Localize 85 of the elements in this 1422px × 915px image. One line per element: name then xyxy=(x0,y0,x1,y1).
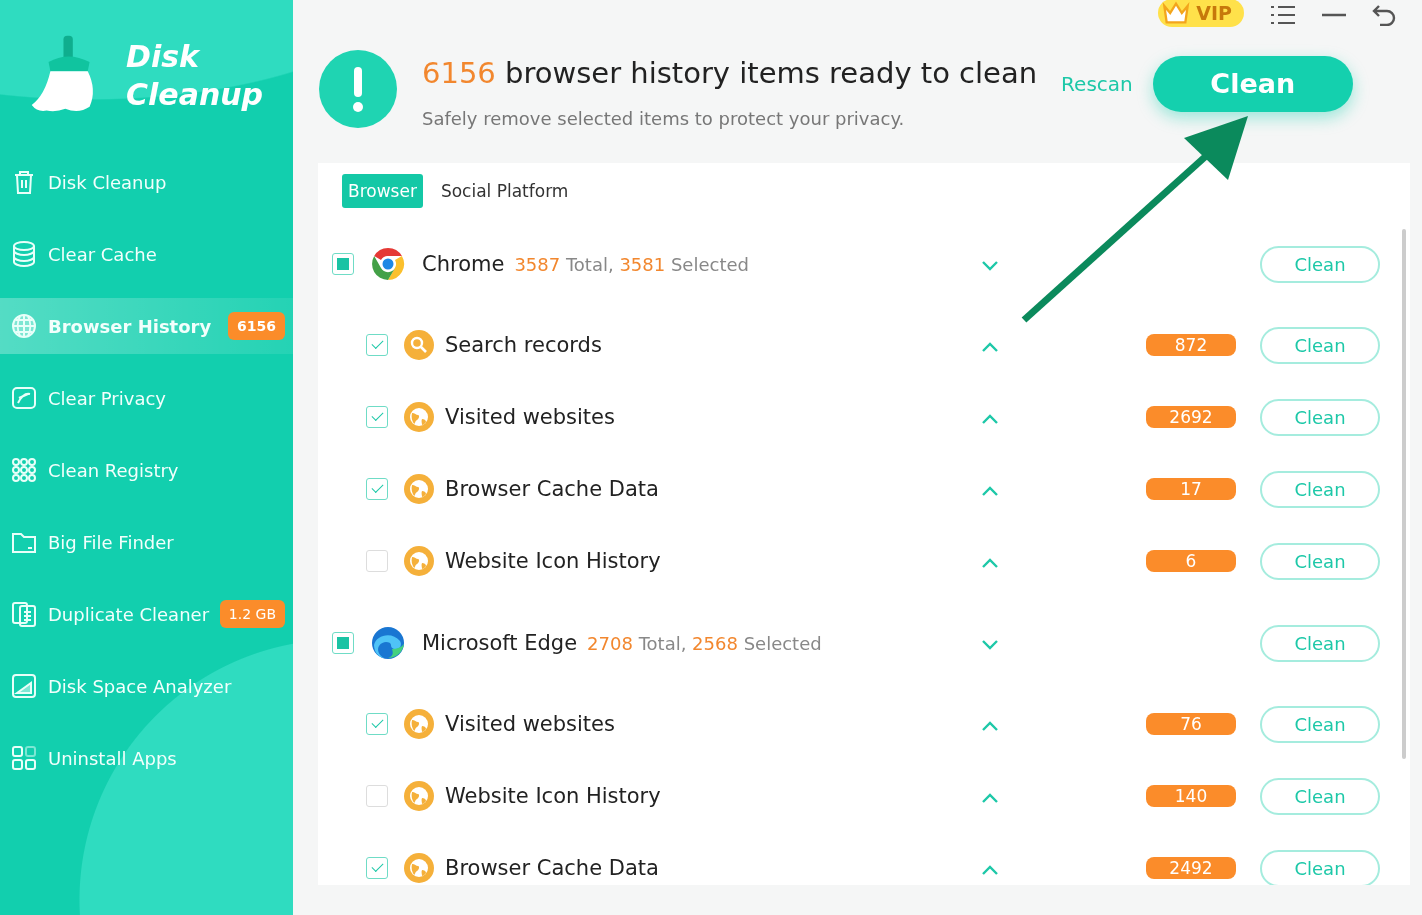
item-label: Visited websites xyxy=(445,405,615,429)
back-icon[interactable] xyxy=(1372,4,1396,26)
documents-icon xyxy=(10,600,38,628)
globe-icon xyxy=(403,780,435,812)
checkbox[interactable] xyxy=(366,785,388,807)
globe-icon xyxy=(403,401,435,433)
count-badge: 1.2 GB xyxy=(219,600,285,628)
item-summary: 3587 Total, 3581 Selected xyxy=(514,253,749,275)
checkbox[interactable] xyxy=(366,406,388,428)
page-title: 6156 browser history items ready to clean xyxy=(422,56,1038,90)
globe-icon xyxy=(403,545,435,577)
checkbox[interactable] xyxy=(366,857,388,879)
globe-icon xyxy=(403,473,435,505)
count-badge: 6 xyxy=(1146,550,1236,572)
checkbox[interactable] xyxy=(332,253,354,275)
checkbox[interactable] xyxy=(366,334,388,356)
chart-icon xyxy=(10,672,38,700)
clean-button[interactable]: Clean xyxy=(1260,777,1380,815)
chevron-up-icon[interactable] xyxy=(982,558,998,568)
count-badge: 140 xyxy=(1146,785,1236,807)
checkbox[interactable] xyxy=(366,478,388,500)
clean-button[interactable]: Clean xyxy=(1260,542,1380,580)
clean-button[interactable]: Clean xyxy=(1260,624,1380,662)
app-name: Cleanup xyxy=(126,76,264,114)
menu-icon[interactable] xyxy=(1270,4,1296,26)
page-subtitle: Safely remove selected items to protect your privacy. xyxy=(422,108,906,129)
checkbox[interactable] xyxy=(332,632,354,654)
sidebar-item[interactable]: Clear Privacy xyxy=(0,370,293,426)
count-badge: 872 xyxy=(1146,334,1236,356)
crown-icon xyxy=(1162,1,1191,25)
apps-icon xyxy=(10,744,38,772)
sidebar-item[interactable]: Browser History 6156 xyxy=(0,298,293,354)
chevron-up-icon[interactable] xyxy=(982,721,998,731)
item-label: Website Icon History xyxy=(445,784,661,808)
grid-icon xyxy=(10,456,38,484)
tab[interactable]: Social Platform xyxy=(434,173,575,208)
count-badge: 2492 xyxy=(1146,857,1236,879)
chevron-down-icon[interactable] xyxy=(982,261,998,271)
item-label: Browser Cache Data xyxy=(445,856,659,880)
alert-icon xyxy=(318,48,398,129)
sidebar-item[interactable]: Disk Space Analyzer xyxy=(0,658,293,714)
count-badge: 76 xyxy=(1146,713,1236,735)
chevron-up-icon[interactable] xyxy=(982,342,998,352)
browser-name: Microsoft Edge xyxy=(422,631,578,655)
sidebar-item[interactable]: Clear Cache xyxy=(0,226,293,282)
app-name: Disk xyxy=(126,38,201,76)
rescan-link[interactable]: Rescan xyxy=(1061,71,1133,96)
database-icon xyxy=(10,240,38,268)
chevron-up-icon[interactable] xyxy=(982,414,998,424)
clean-button[interactable]: Clean xyxy=(1260,705,1380,743)
chevron-up-icon[interactable] xyxy=(982,486,998,496)
clean-button[interactable]: Clean xyxy=(1260,849,1380,885)
globe-icon xyxy=(10,312,38,340)
chevron-up-icon[interactable] xyxy=(982,865,998,875)
item-label: Browser Cache Data xyxy=(445,477,659,501)
sidebar-item[interactable]: Duplicate Cleaner 1.2 GB xyxy=(0,586,293,642)
globe-icon xyxy=(403,708,435,740)
item-label: Search records xyxy=(445,333,602,357)
vip-badge[interactable]: VIP xyxy=(1158,0,1244,27)
sidebar-item[interactable]: Uninstall Apps xyxy=(0,730,293,786)
clean-button[interactable]: Clean xyxy=(1260,470,1380,508)
sidebar-item[interactable]: Clean Registry xyxy=(0,442,293,498)
search-icon xyxy=(403,329,435,361)
sidebar-item[interactable]: Disk Cleanup xyxy=(0,154,293,210)
browser-name: Chrome xyxy=(422,252,505,276)
clean-button[interactable]: Clean xyxy=(1152,55,1353,112)
chevron-down-icon[interactable] xyxy=(982,640,998,650)
clean-button[interactable]: Clean xyxy=(1260,326,1380,364)
chevron-up-icon[interactable] xyxy=(982,793,998,803)
count-badge: 2692 xyxy=(1146,406,1236,428)
checkbox[interactable] xyxy=(366,713,388,735)
sidebar-item[interactable]: Big File Finder xyxy=(0,514,293,570)
minimize-icon[interactable] xyxy=(1322,13,1346,17)
item-label: Website Icon History xyxy=(445,549,661,573)
checkbox[interactable] xyxy=(366,550,388,572)
tab[interactable]: Browser xyxy=(342,173,423,208)
count-badge: 17 xyxy=(1146,478,1236,500)
clean-button[interactable]: Clean xyxy=(1260,245,1380,283)
browser-icon xyxy=(370,246,406,282)
item-summary: 2708 Total, 2568 Selected xyxy=(587,632,822,654)
count-badge: 6156 xyxy=(228,312,285,340)
scrollbar[interactable] xyxy=(1402,229,1406,759)
item-label: Visited websites xyxy=(445,712,615,736)
clean-button[interactable]: Clean xyxy=(1260,398,1380,436)
browser-icon xyxy=(370,625,406,661)
